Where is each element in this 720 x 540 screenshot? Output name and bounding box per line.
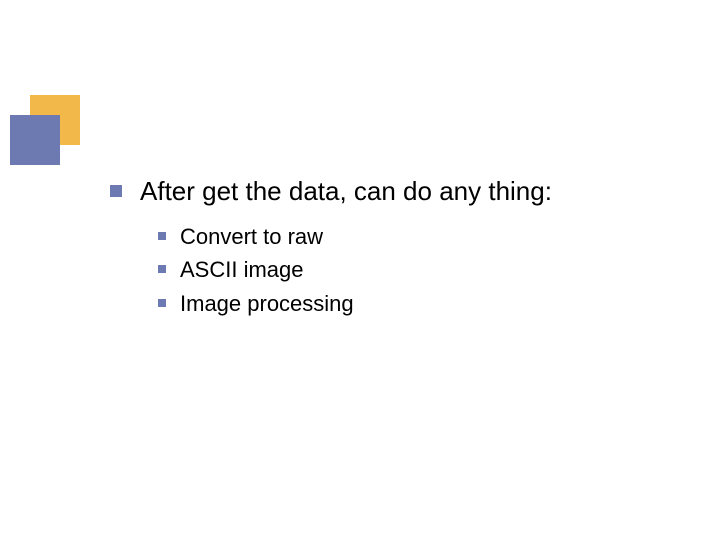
decor-square-blue <box>10 115 60 165</box>
square-bullet-icon <box>158 265 166 273</box>
heading-text: After get the data, can do any thing: <box>140 175 552 208</box>
slide-decor <box>0 0 720 160</box>
slide-content: After get the data, can do any thing: Co… <box>110 175 680 323</box>
bullet-level2: Convert to raw <box>158 222 680 252</box>
decor-square-orange <box>30 95 80 145</box>
bullet-level2: Image processing <box>158 289 680 319</box>
square-bullet-icon <box>158 232 166 240</box>
square-bullet-icon <box>158 299 166 307</box>
bullet-level2: ASCII image <box>158 255 680 285</box>
sub-item-text: Convert to raw <box>180 222 323 252</box>
bullet-level1: After get the data, can do any thing: <box>110 175 680 208</box>
square-bullet-icon <box>110 185 122 197</box>
header-rule <box>54 144 690 146</box>
sub-item-text: Image processing <box>180 289 354 319</box>
sub-bullet-list: Convert to raw ASCII image Image process… <box>158 222 680 319</box>
sub-item-text: ASCII image <box>180 255 304 285</box>
